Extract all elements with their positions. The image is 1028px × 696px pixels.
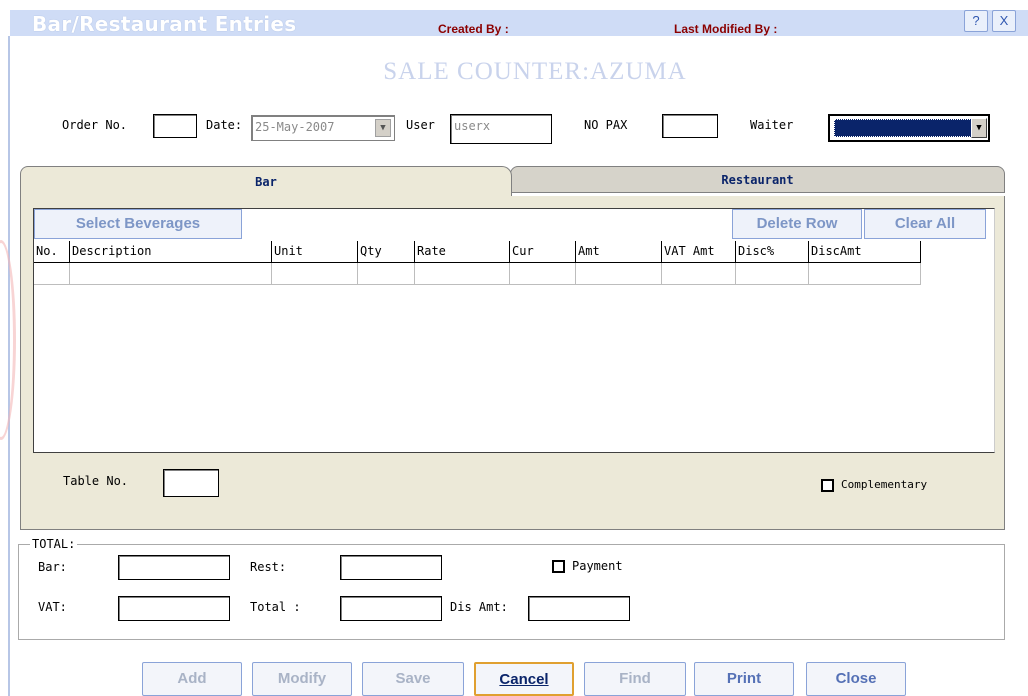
tab-bar[interactable]: Bar	[20, 166, 512, 196]
user-label: User	[406, 118, 435, 132]
table-row[interactable]	[34, 263, 921, 285]
grid-cell[interactable]	[510, 263, 576, 285]
table-no-label: Table No.	[63, 474, 129, 488]
title-bar: Bar/Restaurant Entries Created By : Last…	[10, 10, 1028, 36]
date-value: 25-May-2007	[255, 120, 335, 134]
entry-tabs: Restaurant Bar Select Beverages Delete R…	[20, 166, 1005, 530]
grand-total-field[interactable]	[340, 596, 442, 621]
modify-button[interactable]: Modify	[252, 662, 352, 696]
column-header: VAT Amt	[662, 241, 736, 263]
background-decoration	[0, 240, 16, 440]
last-modified-by-label: Last Modified By :	[674, 22, 778, 36]
grid-cell[interactable]	[34, 263, 70, 285]
print-button[interactable]: Print	[694, 662, 794, 696]
select-beverages-button[interactable]: Select Beverages	[34, 209, 242, 239]
window-title: Bar/Restaurant Entries	[32, 12, 297, 36]
payment-label: Payment	[572, 559, 623, 573]
complementary-checkbox[interactable]	[821, 479, 834, 492]
column-header: Rate	[415, 241, 510, 263]
column-header: Unit	[272, 241, 358, 263]
bar-total-field[interactable]	[118, 555, 230, 580]
totals-legend: TOTAL:	[30, 537, 78, 551]
rest-total-field[interactable]	[340, 555, 442, 580]
user-input[interactable]: userx	[450, 114, 552, 144]
tab-restaurant[interactable]: Restaurant	[510, 166, 1005, 193]
date-label: Date:	[206, 118, 243, 132]
column-header: No.	[34, 241, 70, 263]
chevron-down-icon[interactable]: ▼	[971, 118, 987, 138]
column-header: Qty	[358, 241, 415, 263]
grid-cell[interactable]	[809, 263, 921, 285]
grid-cell[interactable]	[415, 263, 510, 285]
modify-button-label: Modify	[277, 670, 327, 687]
save-button[interactable]: Save	[362, 662, 464, 696]
sale-counter-title: SALE COUNTER:AZUMA	[383, 58, 687, 85]
close-button-label: Close	[835, 670, 877, 687]
cancel-button-label: Cancel	[499, 671, 549, 688]
rest-total-label: Rest:	[250, 560, 287, 574]
waiter-select[interactable]: ▼	[828, 114, 990, 142]
add-button-label: Add	[177, 670, 207, 687]
date-picker[interactable]: 25-May-2007 ▼	[251, 115, 395, 141]
close-button[interactable]: Close	[806, 662, 906, 696]
created-by-label: Created By :	[438, 22, 509, 36]
column-header: Description	[70, 241, 272, 263]
delete-row-button[interactable]: Delete Row	[732, 209, 862, 239]
grid-cell[interactable]	[272, 263, 358, 285]
no-pax-input[interactable]	[662, 114, 718, 138]
print-button-label: Print	[726, 670, 762, 687]
payment-checkbox[interactable]	[552, 560, 565, 573]
waiter-selected-value	[834, 119, 972, 137]
grid-cell[interactable]	[736, 263, 809, 285]
no-pax-label: NO PAX	[584, 118, 628, 132]
find-button-label: Find	[619, 670, 651, 687]
grid-cell[interactable]	[358, 263, 415, 285]
vat-total-field[interactable]	[118, 596, 230, 621]
waiter-label: Waiter	[750, 118, 794, 132]
grid-cell[interactable]	[576, 263, 662, 285]
grand-total-label: Total :	[250, 600, 301, 614]
clear-all-button[interactable]: Clear All	[864, 209, 986, 239]
add-button[interactable]: Add	[142, 662, 242, 696]
cancel-button[interactable]: Cancel	[474, 662, 574, 696]
column-header: DiscAmt	[809, 241, 921, 263]
date-dropdown-icon[interactable]: ▼	[375, 119, 391, 137]
grid-cell[interactable]	[70, 263, 272, 285]
close-window-button[interactable]: X	[992, 10, 1016, 32]
find-button[interactable]: Find	[584, 662, 686, 696]
grid-header: No. Description Unit Qty Rate Cur Amt VA…	[34, 241, 921, 263]
order-no-label: Order No.	[62, 118, 128, 132]
save-button-label: Save	[395, 670, 431, 687]
dis-amt-field[interactable]	[528, 596, 630, 621]
column-header: Disc%	[736, 241, 809, 263]
help-button[interactable]: ?	[964, 10, 988, 32]
column-header: Amt	[576, 241, 662, 263]
table-no-input[interactable]	[163, 469, 219, 497]
vat-total-label: VAT:	[38, 600, 67, 614]
order-no-input[interactable]	[153, 114, 197, 138]
dis-amt-label: Dis Amt:	[450, 600, 508, 614]
grid-cell[interactable]	[662, 263, 736, 285]
complementary-label: Complementary	[841, 478, 928, 491]
column-header: Cur	[510, 241, 576, 263]
bar-total-label: Bar:	[38, 560, 67, 574]
items-grid[interactable]: Select Beverages Delete Row Clear All No…	[33, 208, 995, 453]
bar-tab-content: Select Beverages Delete Row Clear All No…	[20, 196, 1005, 530]
